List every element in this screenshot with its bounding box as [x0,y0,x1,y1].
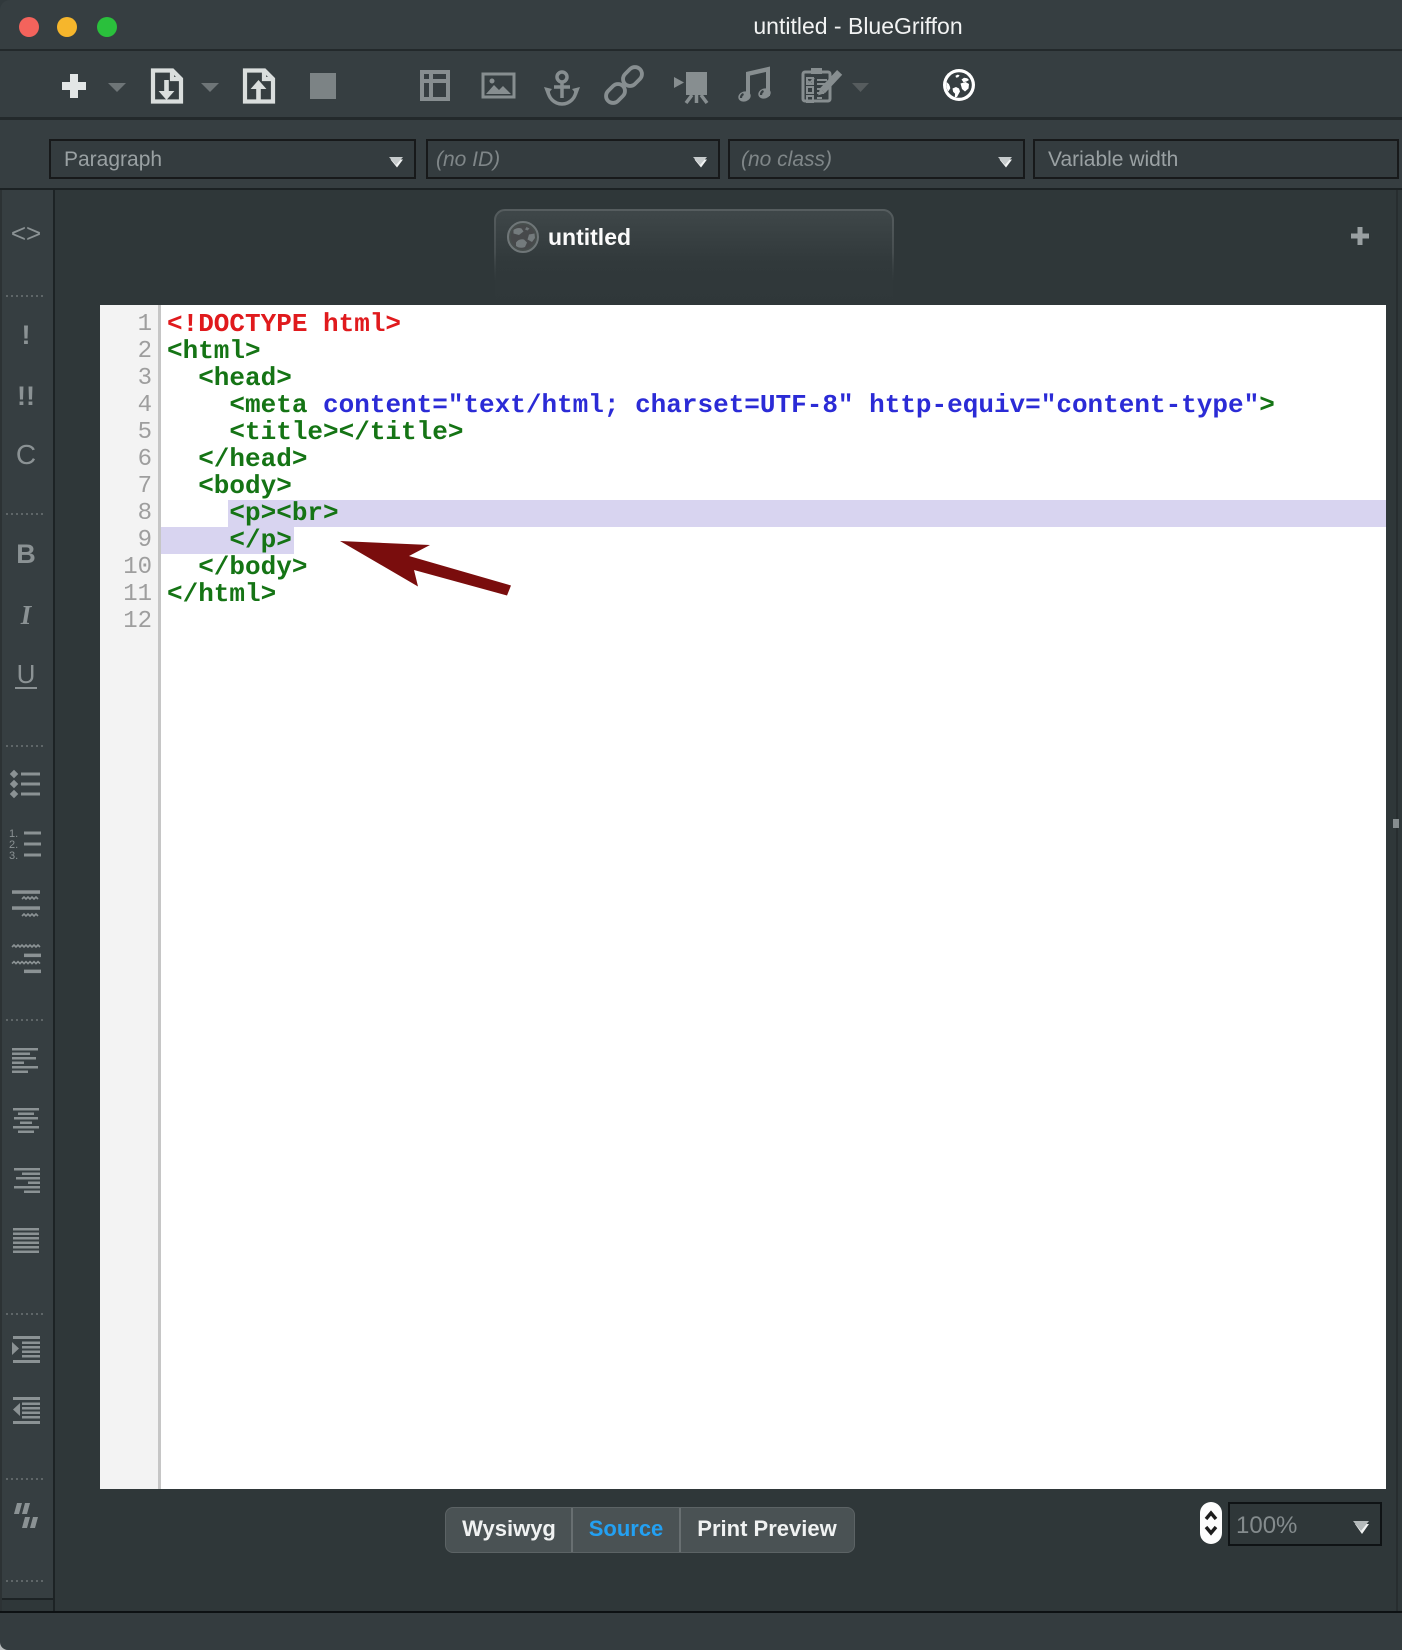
svg-text:!: ! [22,320,31,350]
svg-text:U: U [17,659,36,689]
svg-text:I: I [20,600,33,630]
svg-text:<>: <> [11,218,41,248]
svg-text:!!: !! [17,381,35,411]
svg-text:B: B [16,539,36,569]
svg-text:C: C [16,439,36,470]
svg-text:3.: 3. [9,850,18,862]
